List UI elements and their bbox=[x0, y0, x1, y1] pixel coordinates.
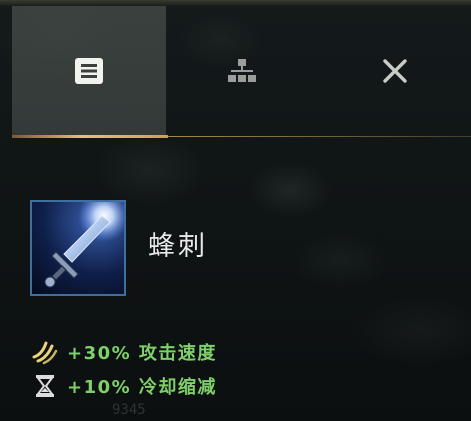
tab-bar bbox=[12, 6, 471, 136]
item-icon-frame[interactable] bbox=[30, 200, 126, 296]
tab-divider bbox=[168, 136, 471, 137]
dagger-icon bbox=[44, 202, 124, 288]
close-button[interactable] bbox=[318, 6, 471, 136]
background-number: 9345 bbox=[112, 402, 146, 418]
stat-row-attack-speed: +30% 攻击速度 bbox=[32, 339, 217, 365]
close-icon bbox=[382, 59, 407, 83]
attack-speed-icon bbox=[32, 341, 58, 365]
item-name: 蜂刺 bbox=[148, 231, 208, 262]
hierarchy-icon bbox=[228, 59, 256, 82]
tab-build-tree[interactable] bbox=[166, 6, 318, 136]
tab-item-list[interactable] bbox=[12, 6, 166, 136]
list-icon bbox=[75, 58, 103, 84]
stat-row-cooldown: +10% 冷却缩减 bbox=[32, 373, 217, 399]
active-tab-indicator bbox=[12, 135, 168, 138]
stat-cooldown-text: +10% 冷却缩减 bbox=[67, 377, 217, 398]
hourglass-icon bbox=[36, 375, 54, 397]
stat-attack-speed-text: +30% 攻击速度 bbox=[67, 343, 217, 364]
